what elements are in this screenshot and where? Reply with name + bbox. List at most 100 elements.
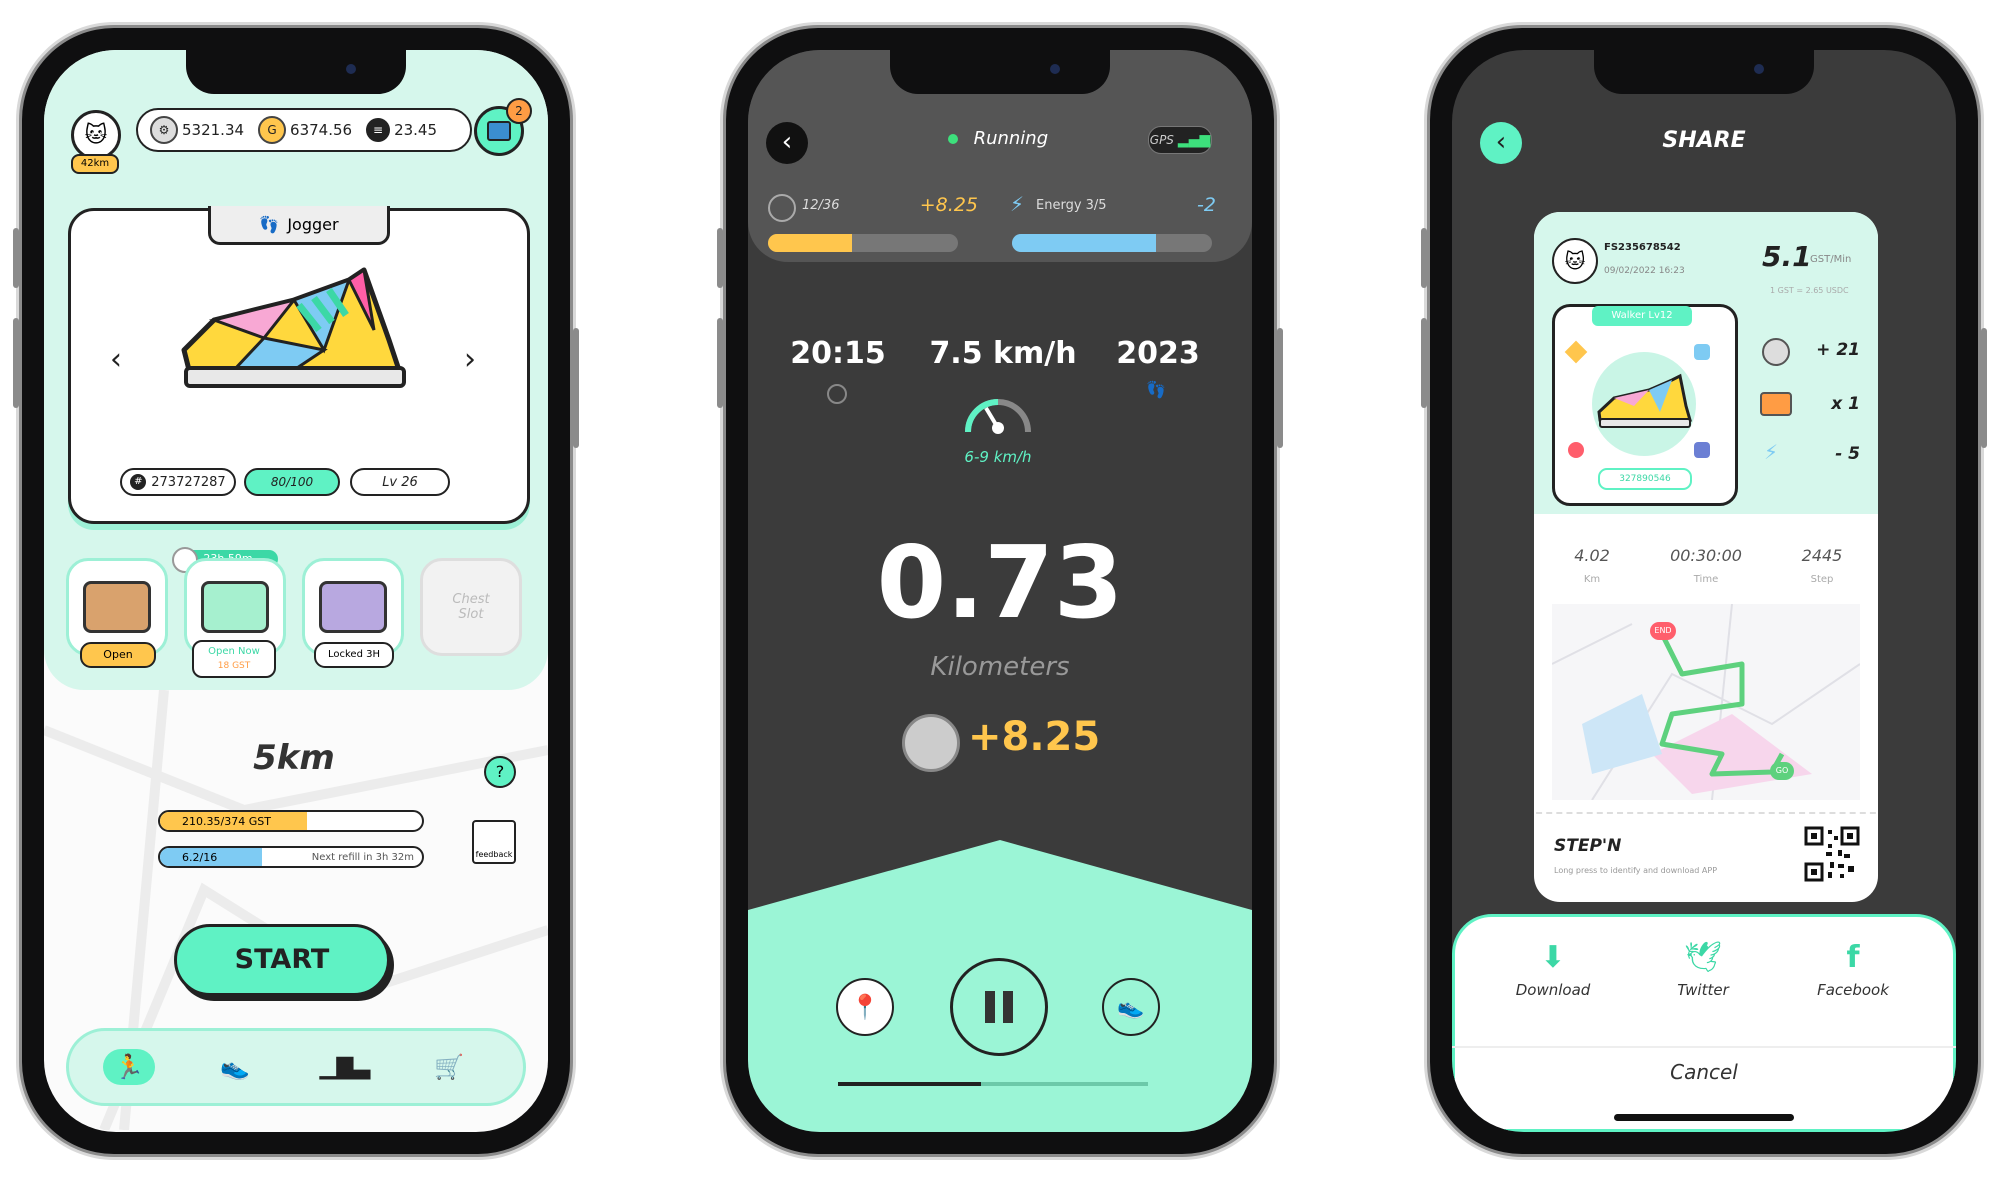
- qr-caption: Long press to identify and download APP: [1554, 866, 1718, 875]
- slide-track[interactable]: [838, 1082, 1148, 1086]
- notch: [1594, 50, 1814, 94]
- cat-avatar-icon: 🐱: [1564, 249, 1586, 273]
- status-indicator: Running: [918, 128, 1078, 149]
- feedback-label: feedback: [475, 850, 513, 859]
- footprints-icon: 👣: [1146, 380, 1166, 399]
- energy-label: 6.2/16: [182, 850, 218, 864]
- share-screen: ‹ SHARE 🐱 FS235678542 09/02/2022 16:23 5…: [1452, 50, 1956, 1132]
- facebook-icon: f: [1846, 940, 1860, 975]
- cancel-button[interactable]: Cancel: [1602, 1060, 1806, 1084]
- sneaker-label-text: Walker Lv12: [1611, 310, 1673, 321]
- sneaker-image: [181, 267, 406, 388]
- route-end-marker: END: [1650, 622, 1676, 640]
- open-now-label: Open Now: [208, 646, 260, 657]
- chevron-left-icon: ‹: [781, 127, 793, 157]
- next-sneaker-button[interactable]: ›: [464, 342, 476, 377]
- home-screen: 🐱 42km ⚙ 5321.34 G 6374.56 ≡ 23.45 2 👣 J…: [44, 50, 548, 1132]
- prev-sneaker-button[interactable]: ‹: [110, 342, 122, 377]
- open-now-button[interactable]: Open Now 18 GST: [192, 640, 276, 678]
- back-button[interactable]: ‹: [1480, 122, 1522, 164]
- target-distance: 5km: [253, 738, 335, 778]
- feedback-button[interactable]: feedback: [472, 820, 516, 864]
- energy-label: Energy 3/5: [1036, 198, 1107, 213]
- speed-range: 6-9 km/h: [964, 448, 1032, 466]
- sneaker-type-tab: 👣 Jogger: [208, 206, 390, 245]
- balances-bar[interactable]: ⚙ 5321.34 G 6374.56 ≡ 23.45: [136, 108, 472, 152]
- sneaker-level: Lv 26: [382, 474, 418, 490]
- gmt-coin-icon: G: [258, 116, 287, 144]
- running-man-icon: 🏃: [114, 1053, 144, 1081]
- gst-coin-icon: [768, 194, 796, 222]
- avatar[interactable]: 🐱: [71, 110, 121, 160]
- pause-icon: [985, 991, 1013, 1023]
- distance-badge: 42km: [71, 154, 119, 174]
- avatar: 🐱: [1552, 238, 1598, 284]
- gst-balance: 5321.34: [182, 121, 245, 139]
- notch: [890, 50, 1110, 94]
- nav-market-button[interactable]: 🛒: [423, 1049, 475, 1085]
- gst-progress-bar: 210.35/374 GST: [158, 810, 424, 832]
- stat-distance: 4.02: [1574, 546, 1610, 565]
- gps-indicator: GPS ▂▄▆: [1148, 126, 1212, 154]
- user-id: FS235678542: [1604, 242, 1681, 253]
- share-title: SHARE: [1662, 128, 1746, 153]
- durability: 80/100: [270, 475, 314, 489]
- chest-open-label[interactable]: Open: [80, 642, 156, 668]
- sneaker-id-pill: 327890546: [1598, 468, 1692, 490]
- twitter-icon: 🕊: [1683, 940, 1723, 975]
- bottom-nav: 🏃 👟 ▁▇▃ 🛒: [66, 1028, 526, 1106]
- gst-progress-label: 210.35/374 GST: [182, 814, 271, 828]
- help-button[interactable]: ?: [484, 756, 516, 788]
- energy-run-fill: [1012, 234, 1156, 252]
- step-count: 2023: [1116, 336, 1200, 371]
- route-start-marker: GO: [1770, 762, 1794, 780]
- durability-pill: 80/100: [244, 468, 340, 496]
- notch: [186, 50, 406, 94]
- slide-progress: [838, 1082, 981, 1086]
- phone-home: 🐱 42km ⚙ 5321.34 G 6374.56 ≡ 23.45 2 👣 J…: [13, 28, 579, 1154]
- phone-share: ‹ SHARE 🐱 FS235678542 09/02/2022 16:23 5…: [1421, 28, 1987, 1154]
- download-button[interactable]: ⬇ Download: [1498, 940, 1608, 999]
- energy-change: -2: [1197, 194, 1216, 216]
- chest-locked-label: Locked 3H: [314, 642, 394, 668]
- phone-running: ‹ Running GPS ▂▄▆ 12/36 +8.25 ⚡ Energy 3…: [717, 28, 1283, 1154]
- chest-reward: x 1: [1831, 394, 1860, 414]
- sol-coin-icon: ≡: [366, 118, 391, 142]
- gmt-balance: 6374.56: [290, 121, 353, 139]
- home-indicator: [1614, 1114, 1794, 1121]
- start-button[interactable]: START: [174, 924, 390, 996]
- map-button[interactable]: 📍: [836, 978, 894, 1036]
- back-button[interactable]: ‹: [766, 122, 808, 164]
- rate-conversion: 1 GST = 2.65 USDC: [1770, 286, 1849, 295]
- gem-socket-icon: [1568, 442, 1584, 458]
- sneaker-button[interactable]: 👟: [1102, 978, 1160, 1036]
- chest-slot-label: Chest Slot: [452, 592, 490, 622]
- status-dot: [947, 134, 958, 144]
- sneaker-id-pill: # 273727287: [120, 468, 236, 496]
- chest-slot-empty[interactable]: Chest Slot: [420, 558, 522, 656]
- sneaker-image: [1597, 373, 1692, 428]
- earning-rate: 5.1: [1762, 240, 1812, 273]
- stat-steps-label: Step: [1810, 574, 1834, 585]
- distance-unit: Kilometers: [930, 652, 1070, 682]
- sneaker-id: 273727287: [151, 474, 226, 490]
- current-speed: 7.5 km/h: [929, 336, 1077, 371]
- energy-reward: - 5: [1835, 444, 1860, 464]
- chest-icon: [201, 581, 269, 633]
- open-now-cost: 18 GST: [217, 661, 251, 671]
- gst-earned-icon: [902, 714, 960, 772]
- twitter-button[interactable]: 🕊 Twitter: [1648, 940, 1758, 999]
- energy-reward-icon: ⚡: [1764, 440, 1779, 464]
- pause-button[interactable]: [950, 958, 1048, 1056]
- nav-leaderboard-button[interactable]: ▁▇▃: [319, 1049, 371, 1085]
- gst-run-bar: [768, 234, 958, 252]
- brand-logo: STEP'N: [1554, 836, 1622, 856]
- share-datetime: 09/02/2022 16:23: [1604, 266, 1685, 276]
- facebook-button[interactable]: f Facebook: [1798, 940, 1908, 999]
- gem-socket-icon: [1694, 344, 1710, 360]
- nav-sneakers-button[interactable]: 👟: [209, 1049, 261, 1085]
- running-screen: ‹ Running GPS ▂▄▆ 12/36 +8.25 ⚡ Energy 3…: [748, 50, 1252, 1132]
- sneaker-label: Walker Lv12: [1592, 306, 1692, 326]
- gst-gain: +8.25: [919, 194, 978, 216]
- nav-run-button[interactable]: 🏃: [103, 1049, 155, 1085]
